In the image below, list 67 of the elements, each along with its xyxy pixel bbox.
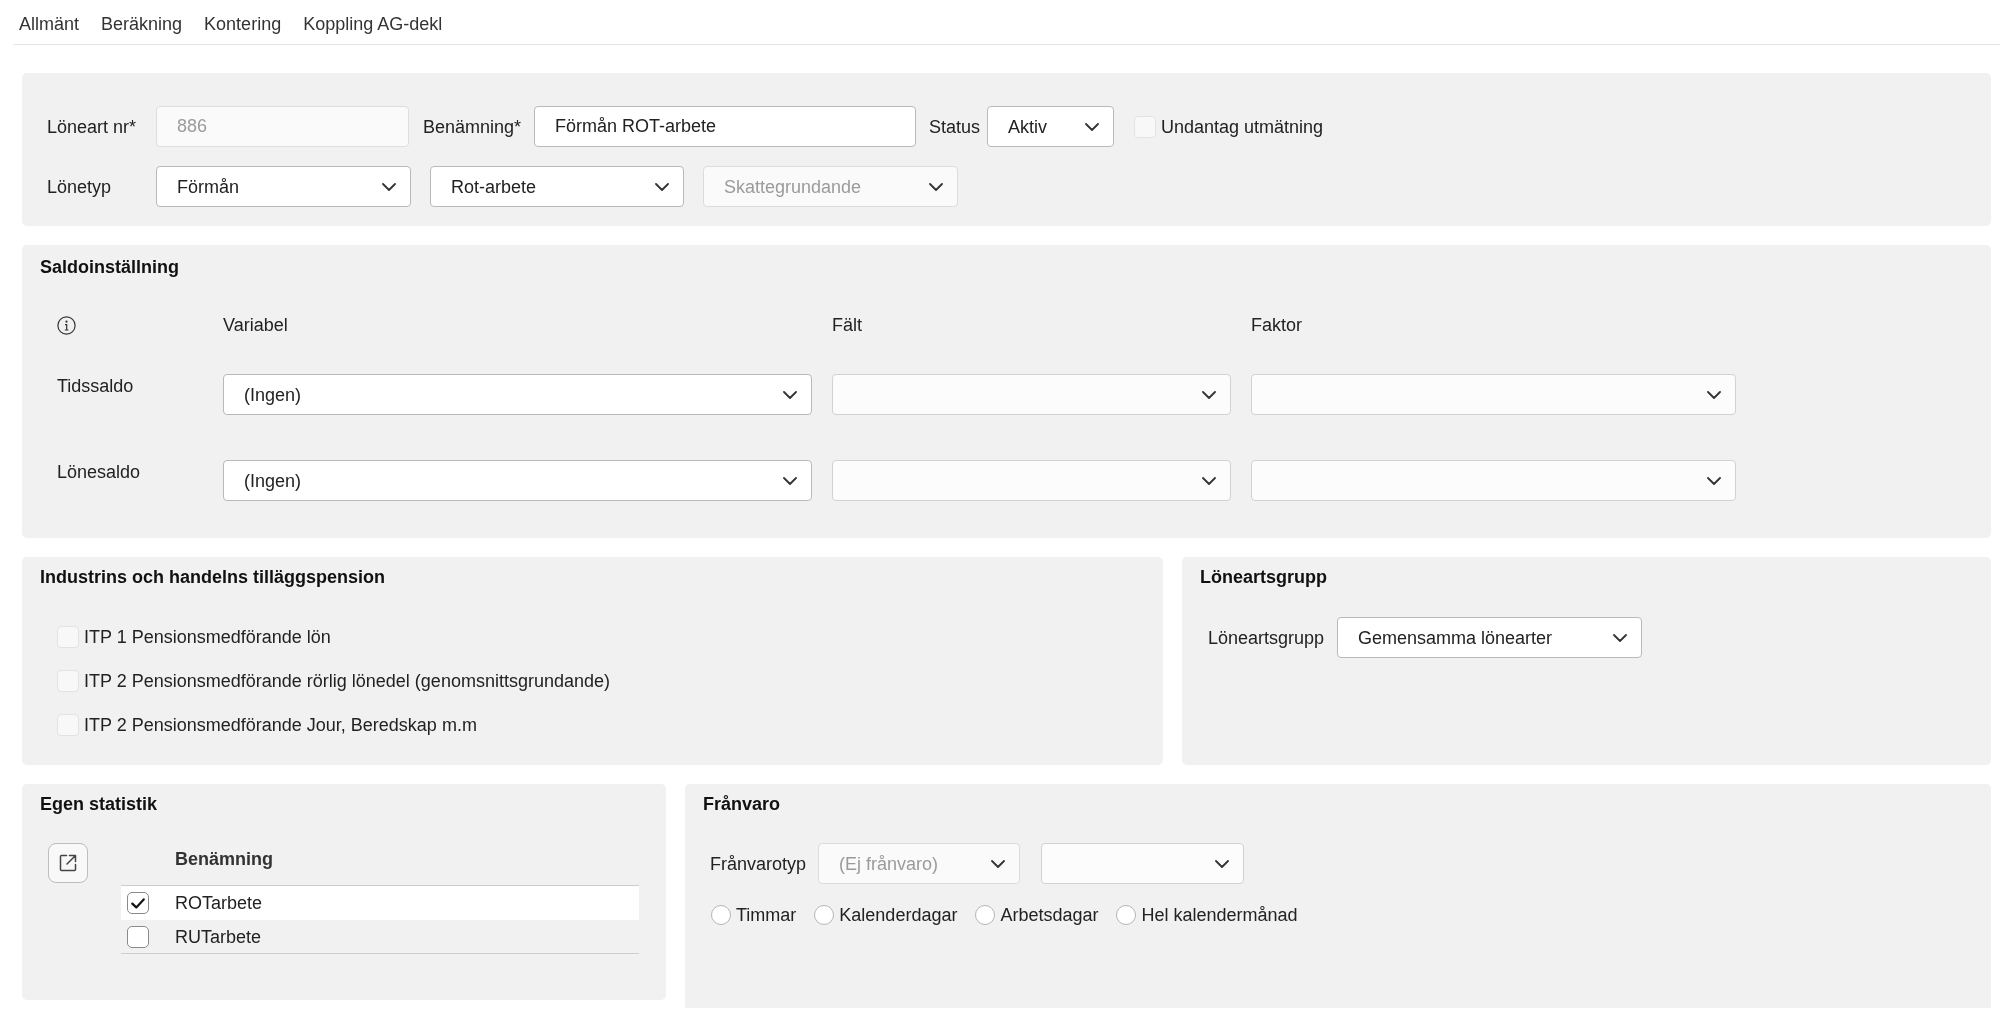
dropdown[interactable] xyxy=(832,374,1231,415)
checkmark-icon xyxy=(131,897,145,909)
radio-button[interactable] xyxy=(1116,905,1137,925)
dropdown[interactable]: (Ingen) xyxy=(223,374,812,415)
chevron-down-icon xyxy=(1707,476,1721,485)
dropdown[interactable] xyxy=(1251,374,1736,415)
table-row[interactable]: ROTarbete xyxy=(121,886,639,920)
checkbox-label: ITP 2 Pensionsmedförande Jour, Beredskap m.m xyxy=(84,714,477,737)
dropdown[interactable]: Rot-arbete xyxy=(430,166,684,207)
field-label: Benämning* xyxy=(423,116,522,137)
radio-button[interactable] xyxy=(814,905,835,925)
checkbox-label: ITP 1 Pensionsmedförande lön xyxy=(84,626,331,649)
chevron-down-icon xyxy=(1215,859,1229,868)
dropdown[interactable] xyxy=(832,460,1231,501)
chevron-down-icon xyxy=(929,182,943,191)
dropdown[interactable]: Aktiv xyxy=(987,106,1114,147)
chevron-down-icon xyxy=(382,182,396,191)
chevron-down-icon xyxy=(991,859,1005,868)
radio-label: Timmar xyxy=(736,904,797,927)
section-heading: Egen statistik xyxy=(40,793,158,816)
text-input-field[interactable]: Förmån ROT-arbete xyxy=(534,106,916,147)
field-label: Status xyxy=(929,116,981,137)
field-label: Lönetyp xyxy=(47,176,112,197)
dropdown[interactable]: Gemensamma lönearter xyxy=(1337,617,1642,658)
info-icon xyxy=(57,315,76,335)
dropdown[interactable]: Förmån xyxy=(156,166,411,207)
tab[interactable]: Allmänt xyxy=(15,11,84,36)
section-heading: Frånvaro xyxy=(703,793,781,816)
tab[interactable]: Koppling AG-dekl xyxy=(299,11,447,36)
dropdown[interactable]: (Ingen) xyxy=(223,460,812,501)
radio-button[interactable] xyxy=(711,905,731,925)
field-label: Löneartsgrupp xyxy=(1208,627,1325,648)
chevron-down-icon xyxy=(655,182,669,191)
chevron-down-icon xyxy=(783,476,797,485)
checkbox[interactable] xyxy=(127,925,149,948)
section-heading: Saldoinställning xyxy=(40,256,179,279)
column-header: Benämning xyxy=(175,848,273,871)
section-heading: Löneartsgrupp xyxy=(1200,566,1327,589)
dropdown[interactable] xyxy=(1041,843,1244,884)
chevron-down-icon xyxy=(1707,390,1721,399)
field-label: Frånvarotyp xyxy=(710,853,807,874)
chevron-down-icon xyxy=(1613,633,1627,642)
table-cell-text: ROTarbete xyxy=(175,892,263,915)
radio-label: Hel kalendermånad xyxy=(1141,904,1298,927)
row-label: Tidssaldo xyxy=(57,376,134,396)
radio-button[interactable] xyxy=(975,905,996,925)
tab[interactable]: Kontering xyxy=(200,11,286,36)
open-external-button[interactable] xyxy=(48,843,88,883)
checkbox[interactable] xyxy=(127,892,149,914)
chevron-down-icon xyxy=(1202,390,1216,399)
chevron-down-icon xyxy=(783,390,797,399)
chevron-down-icon xyxy=(1202,476,1216,485)
column-header: Variabel xyxy=(223,315,288,335)
external-link-icon xyxy=(57,852,79,874)
table-cell-text: RUTarbete xyxy=(175,925,262,949)
checkbox-label: Undantag utmätning xyxy=(1161,115,1324,139)
row-label: Lönesaldo xyxy=(57,462,141,482)
dropdown[interactable] xyxy=(1251,460,1736,501)
radio-label: Arbetsdagar xyxy=(1000,904,1099,927)
chevron-down-icon xyxy=(1085,122,1099,131)
column-header: Fält xyxy=(832,315,862,335)
checkbox-label: ITP 2 Pensionsmedförande rörlig lönedel (genomsnittsgrundande) xyxy=(84,670,610,693)
field-label: Löneart nr* xyxy=(47,116,137,137)
tab[interactable]: Beräkning xyxy=(97,11,187,36)
column-header: Faktor xyxy=(1251,315,1302,335)
radio-label: Kalenderdagar xyxy=(839,904,958,927)
section-heading: Industrins och handelns tilläggspension xyxy=(40,566,386,589)
